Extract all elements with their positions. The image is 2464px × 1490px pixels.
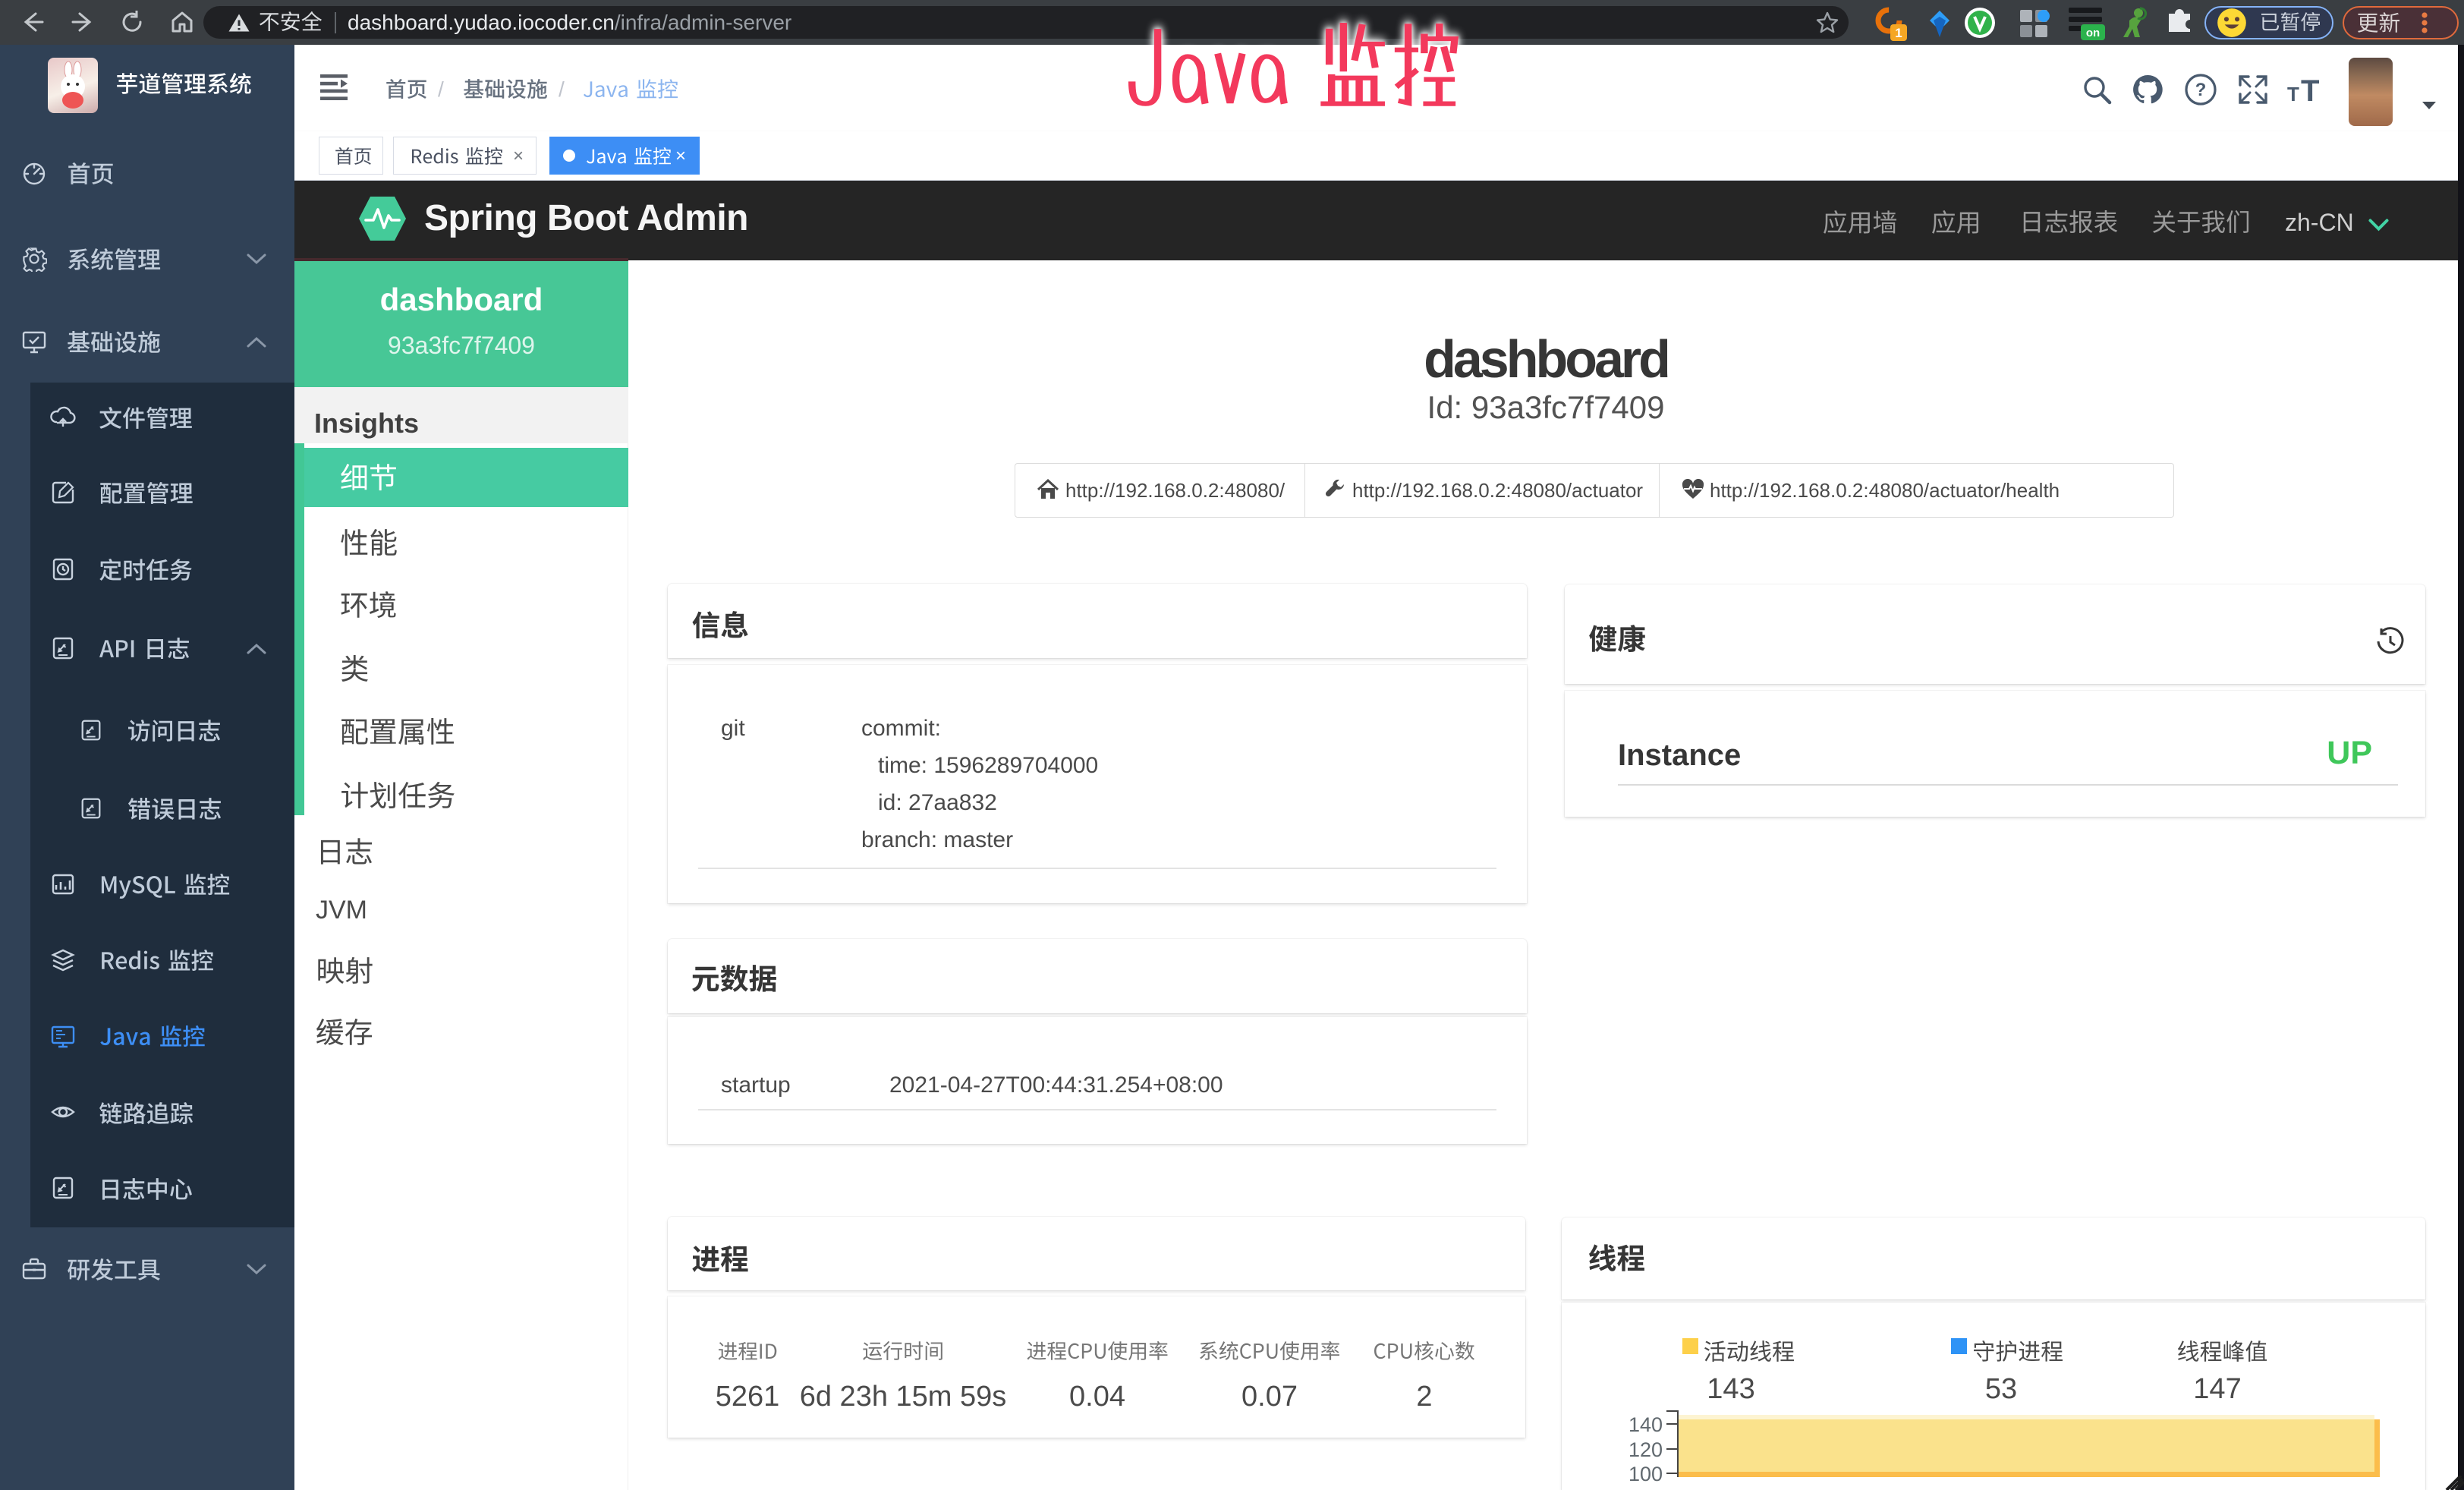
svg-text:1: 1 <box>1895 26 1902 40</box>
svg-text:on: on <box>2086 27 2100 39</box>
svg-text:?: ? <box>2195 80 2207 100</box>
